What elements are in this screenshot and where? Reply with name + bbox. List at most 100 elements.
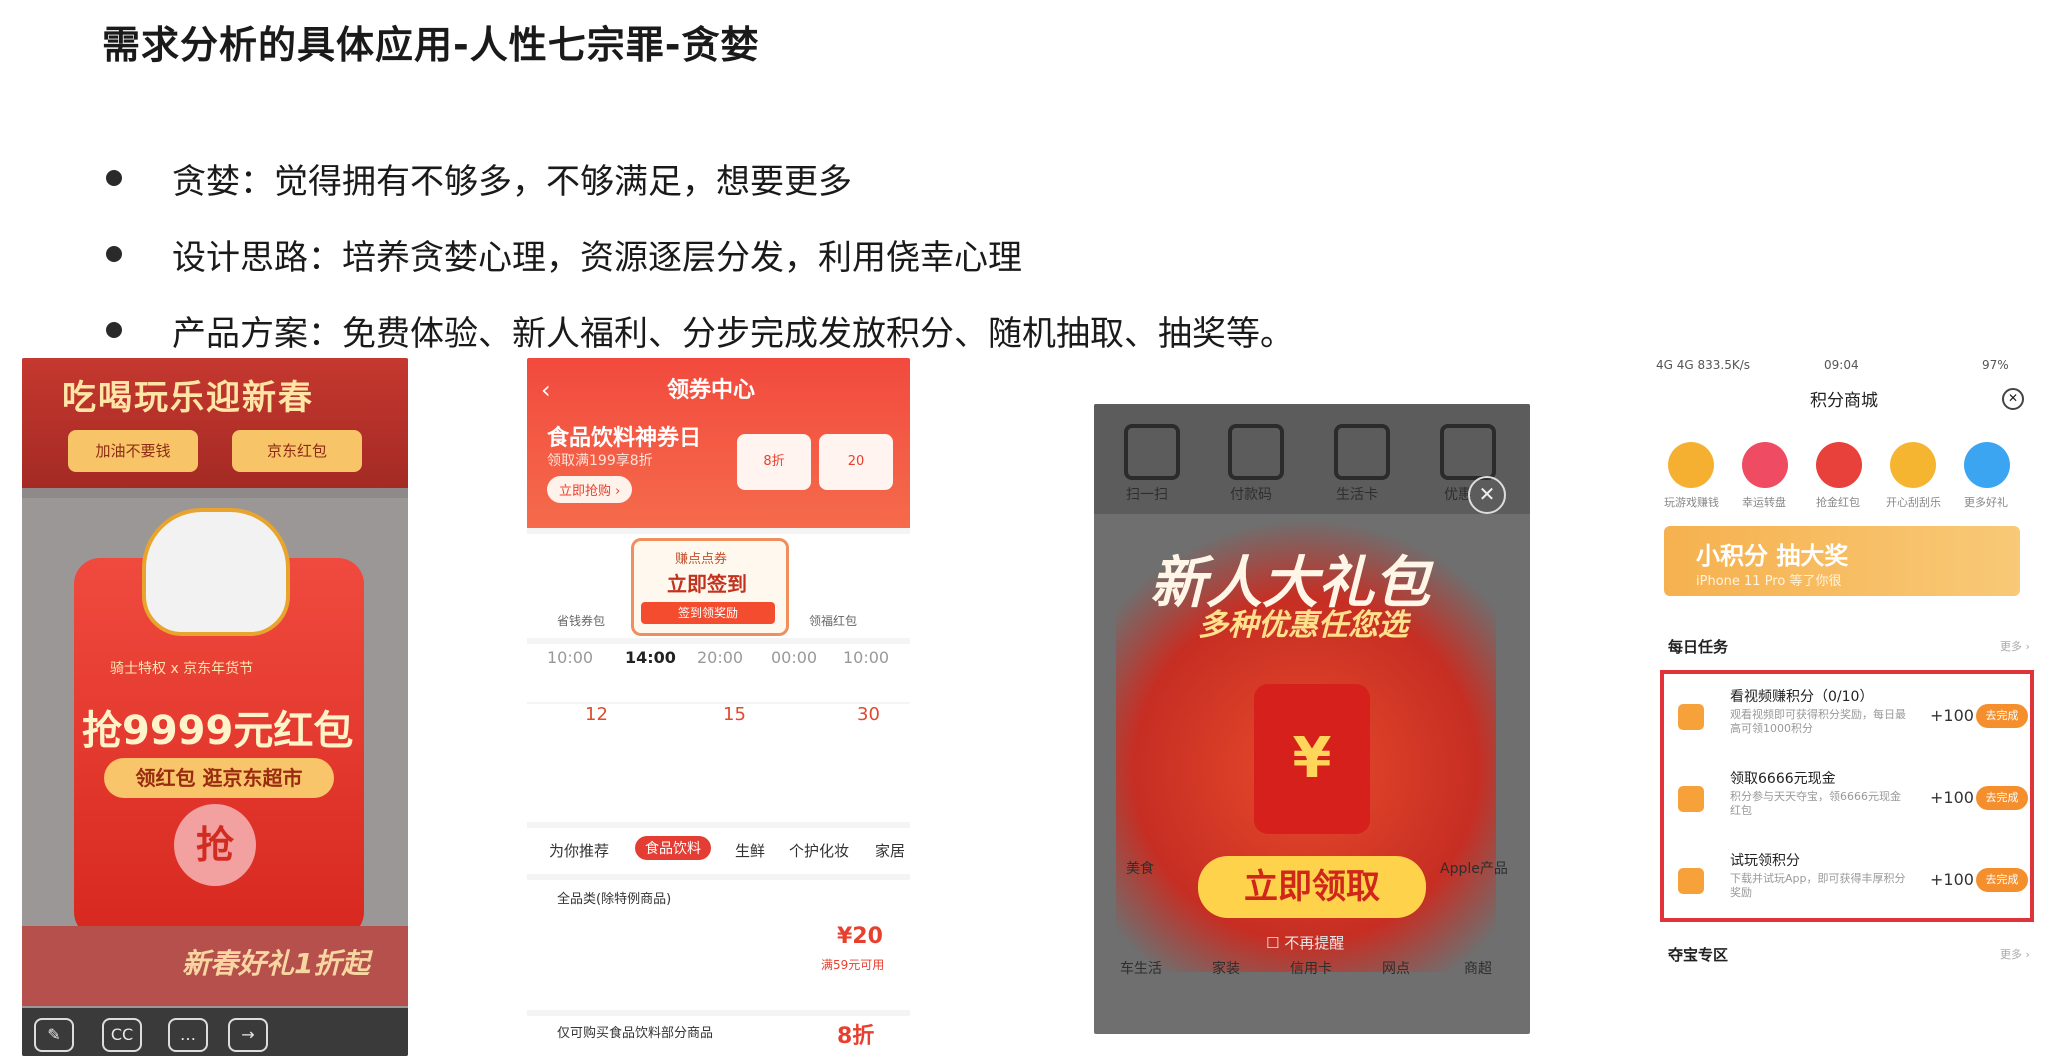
time-slot[interactable]: 20:00: [697, 648, 743, 667]
jd-redpacket-chip[interactable]: 京东红包: [232, 430, 362, 472]
checkin-small-text: 赚点点券: [675, 552, 728, 567]
redpacket-headline: 抢9999元红包: [82, 708, 354, 754]
task-desc: 观看视频即可获得积分奖励，每日最高可领1000积分: [1730, 708, 1906, 735]
grab-button[interactable]: 抢: [174, 804, 256, 886]
cash-icon: [1678, 786, 1704, 812]
more-link[interactable]: 更多 ›: [2000, 946, 2030, 962]
icon-label: 开心刮刮乐: [1886, 496, 1941, 509]
task-title: 看视频赚积分（0/10）: [1730, 689, 1874, 705]
discount-icon[interactable]: [1440, 424, 1496, 480]
coupon-card[interactable]: 20: [819, 434, 893, 490]
lifecard-icon[interactable]: [1334, 424, 1390, 480]
coupon-day-title: 食品饮料神券日: [547, 426, 702, 451]
scan-label: 扫一扫: [1126, 487, 1168, 503]
time-slot[interactable]: 00:00: [771, 648, 817, 667]
home-label: 家装: [1212, 961, 1240, 977]
tab-personal-care[interactable]: 个护化妆: [789, 840, 849, 861]
ticket-value[interactable]: 12: [585, 704, 608, 725]
checkin-reward-button[interactable]: 签到领奖励: [641, 602, 775, 624]
time-slot-active[interactable]: 14:00: [625, 648, 676, 667]
branch-label: 网点: [1382, 961, 1410, 977]
icon-label: 幸运转盘: [1742, 496, 1786, 509]
task-go-button[interactable]: 去完成: [1976, 786, 2028, 810]
task-title: 领取6666元现金: [1730, 771, 1836, 787]
product-price: ¥20: [837, 924, 883, 949]
product-price: 8折: [837, 1024, 875, 1049]
bullet-item: 产品方案：免费体验、新人福利、分步完成发放积分、随机抽取、抽奖等。: [100, 292, 1294, 368]
task-go-button[interactable]: 去完成: [1976, 868, 2028, 892]
task-item: 看视频赚积分（0/10） 观看视频即可获得积分奖励，每日最高可领1000积分 +…: [1660, 678, 2028, 758]
redpacket-label: 领福红包: [809, 614, 858, 628]
task-item: 领取6666元现金 积分参与天天夺宝，领6666元现金红包 +100 去完成: [1660, 760, 2028, 840]
food-label: 美食: [1126, 861, 1154, 877]
claim-redpacket-button[interactable]: 领红包 逛京东超市: [104, 758, 334, 798]
paycode-label: 付款码: [1230, 487, 1272, 503]
task-desc: 积分参与天天夺宝，领6666元现金红包: [1730, 790, 1901, 817]
credit-card-label: 信用卡: [1290, 961, 1332, 977]
more-icon[interactable]: …: [168, 1018, 208, 1052]
bullet-dot-icon: [106, 170, 122, 186]
daily-tasks-title: 每日任务: [1668, 638, 1729, 656]
bullet-text: 贪婪：觉得拥有不够多，不够满足，想要更多: [172, 161, 852, 202]
points-mall-title: 积分商城: [1810, 391, 1878, 411]
time-slot[interactable]: 10:00: [843, 648, 889, 667]
bullet-list: 贪婪：觉得拥有不够多，不够满足，想要更多 设计思路：培养贪婪心理，资源逐层分发，…: [100, 140, 1294, 368]
redpacket-icon[interactable]: [1816, 442, 1862, 488]
buy-now-button[interactable]: 立即抢购 ›: [547, 476, 633, 503]
network-status: 4G 4G 833.5K/s: [1656, 358, 1751, 372]
captions-icon[interactable]: CC: [102, 1018, 142, 1052]
tiger-mascot-icon: [142, 508, 290, 636]
task-go-button[interactable]: 去完成: [1976, 704, 2028, 728]
task-points: +100: [1930, 706, 1974, 725]
player-toolbar: [22, 1008, 408, 1056]
ticket-value[interactable]: 30: [857, 704, 880, 725]
scan-icon[interactable]: [1124, 424, 1180, 480]
more-link[interactable]: 更多 ›: [2000, 638, 2030, 654]
paycode-icon[interactable]: [1228, 424, 1284, 480]
scratch-icon[interactable]: [1890, 442, 1936, 488]
tab-fresh[interactable]: 生鲜: [735, 840, 765, 861]
coupon-card[interactable]: 8折: [737, 434, 811, 490]
icon-label: 玩游戏赚钱: [1664, 496, 1719, 509]
product-price-note: 满59元可用: [821, 958, 885, 972]
supermarket-label: 商超: [1464, 961, 1492, 977]
task-points: +100: [1930, 870, 1974, 889]
product-title: 仅可购买食品饮料部分商品: [557, 1026, 714, 1041]
more-gifts-icon[interactable]: [1964, 442, 2010, 488]
game-icon[interactable]: [1668, 442, 1714, 488]
screenshot-coupon-center: ‹ 领券中心 食品饮料神券日 领取满199享8折 立即抢购 › 8折 20 赚点…: [527, 358, 910, 1056]
free-fuel-chip[interactable]: 加油不要钱: [68, 430, 198, 472]
apple-label: Apple产品: [1440, 861, 1508, 877]
wheel-icon[interactable]: [1742, 442, 1788, 488]
redpacket-subtitle: 骑士特权 x 京东年货节: [110, 661, 254, 677]
treasure-zone-title: 夺宝专区: [1668, 946, 1729, 964]
task-item: 试玩领积分 下载并试玩App，即可获得丰厚积分奖励 +100 去完成: [1660, 842, 2028, 922]
close-icon[interactable]: ✕: [2002, 388, 2024, 410]
screenshot-new-user-gift: 扫一扫 付款码 生活卡 优惠 ✕ 新人大礼包 多种优惠任您选 ¥ 立即领取 ☐ …: [1094, 404, 1530, 1034]
banner-title: 吃喝玩乐迎新春: [62, 378, 314, 418]
download-icon: [1678, 868, 1704, 894]
back-icon[interactable]: ‹: [541, 376, 551, 404]
task-title: 试玩领积分: [1730, 853, 1800, 869]
video-icon: [1678, 704, 1704, 730]
bottom-banner-text: 新春好礼1折起: [182, 947, 370, 980]
bullet-item: 贪婪：觉得拥有不够多，不够满足，想要更多: [100, 140, 1294, 216]
claim-now-button[interactable]: 立即领取: [1198, 856, 1426, 918]
tab-recommend[interactable]: 为你推荐: [549, 840, 609, 861]
ticket-value[interactable]: 15: [723, 704, 746, 725]
icon-label: 抢金红包: [1816, 496, 1860, 509]
tab-food-drink[interactable]: 食品饮料: [635, 836, 711, 860]
product-title: 全品类(除特例商品): [557, 892, 672, 907]
pen-icon[interactable]: ✎: [34, 1018, 74, 1052]
bullet-dot-icon: [106, 246, 122, 262]
slide-title: 需求分析的具体应用-人性七宗罪-贪婪: [102, 23, 760, 67]
tab-home[interactable]: 家居: [875, 840, 905, 861]
close-icon[interactable]: ✕: [1468, 476, 1506, 514]
icon-label: 更多好礼: [1964, 496, 2008, 509]
no-remind-checkbox[interactable]: ☐ 不再提醒: [1266, 932, 1344, 953]
clock: 09:04: [1824, 358, 1859, 372]
next-icon[interactable]: →: [228, 1018, 268, 1052]
time-slot[interactable]: 10:00: [547, 648, 593, 667]
screenshot-points-mall: 4G 4G 833.5K/s 09:04 97% 积分商城 ✕ 玩游戏赚钱 幸运…: [1652, 350, 2038, 1056]
battery: 97%: [1982, 358, 2009, 372]
